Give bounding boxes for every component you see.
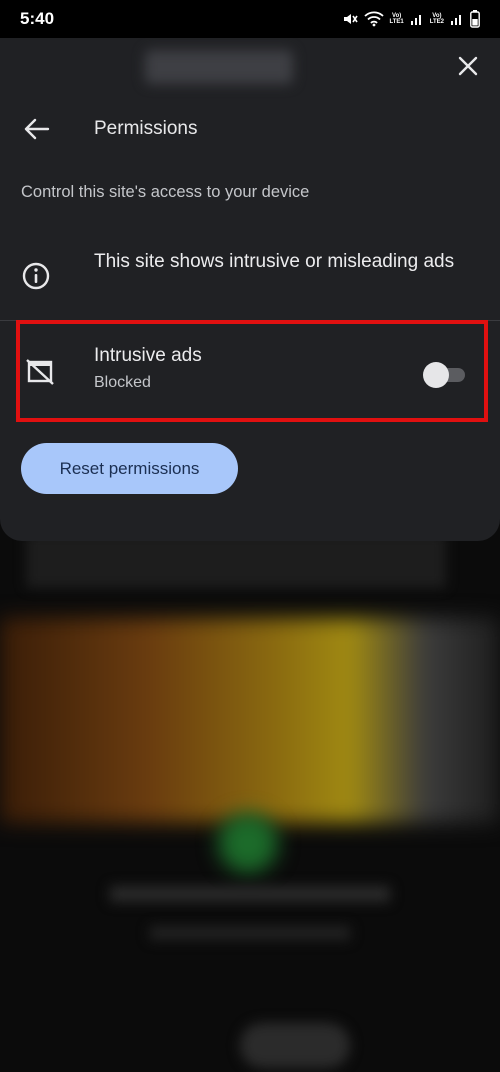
back-button[interactable] bbox=[22, 114, 52, 144]
blocked-ads-icon bbox=[26, 359, 54, 385]
intrusive-ads-status: Blocked bbox=[94, 374, 151, 391]
signal-icon bbox=[410, 15, 421, 25]
panel-subtitle: Control this site's access to your devic… bbox=[21, 183, 310, 201]
reset-permissions-button[interactable]: Reset permissions bbox=[21, 443, 238, 494]
sim1-indicator: Vo) LTE1 bbox=[389, 13, 404, 25]
close-icon bbox=[458, 56, 478, 76]
blurred-text-line bbox=[110, 886, 390, 902]
intrusive-ads-title: Intrusive ads bbox=[94, 345, 202, 366]
wifi-icon bbox=[363, 11, 384, 27]
blurred-image bbox=[0, 618, 500, 823]
intrusive-ads-toggle[interactable] bbox=[423, 359, 467, 388]
blurred-text-line bbox=[150, 926, 350, 940]
arrow-left-icon bbox=[24, 118, 50, 140]
blurred-site-url bbox=[145, 50, 293, 84]
close-button[interactable] bbox=[452, 50, 484, 82]
status-time: 5:40 bbox=[20, 9, 55, 28]
blurred-button bbox=[240, 1023, 350, 1068]
intrusive-ads-setting[interactable]: Intrusive ads Blocked bbox=[16, 320, 488, 422]
lte2-label: LTE2 bbox=[429, 19, 444, 25]
toggle-thumb bbox=[423, 362, 449, 388]
status-icons: Vo) LTE1 Vo) LTE2 bbox=[342, 10, 480, 28]
battery-icon bbox=[470, 10, 480, 28]
status-bar: 5:40 Vo) LTE1 Vo) LTE2 bbox=[0, 0, 500, 38]
signal-icon bbox=[451, 15, 461, 25]
blurred-avatar bbox=[218, 813, 278, 873]
mute-icon bbox=[343, 14, 358, 24]
site-info-text: This site shows intrusive or misleading … bbox=[94, 251, 455, 272]
sim2-indicator: Vo) LTE2 bbox=[429, 13, 444, 25]
page-title: Permissions bbox=[94, 118, 198, 139]
blurred-headline bbox=[26, 533, 446, 588]
lte1-label: LTE1 bbox=[389, 19, 404, 25]
info-icon bbox=[22, 262, 50, 290]
permissions-panel: Permissions Control this site's access t… bbox=[0, 38, 500, 541]
site-info-row: This site shows intrusive or misleading … bbox=[0, 243, 500, 321]
